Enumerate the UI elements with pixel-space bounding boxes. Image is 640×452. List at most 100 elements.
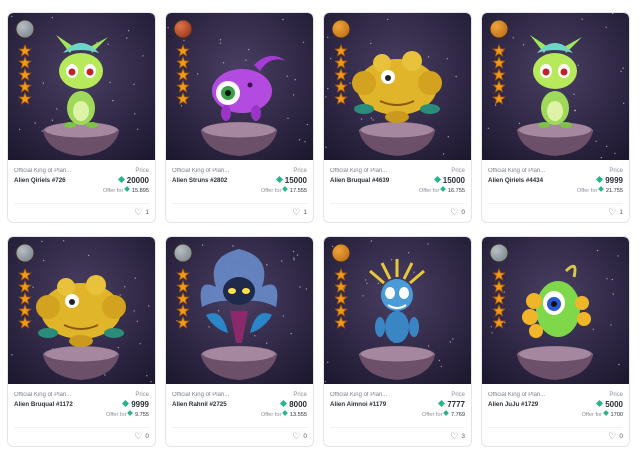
nft-card[interactable]: Official King of Plan... Price Alien Str…	[165, 12, 314, 223]
gem-currency-icon	[598, 186, 604, 192]
divider	[330, 203, 465, 204]
collection-name[interactable]: Official King of Plan...	[330, 168, 410, 174]
gem-currency-icon	[433, 175, 441, 184]
nft-artwork	[482, 13, 629, 160]
nft-artwork	[166, 13, 313, 160]
nft-image[interactable]	[166, 13, 313, 160]
like-button[interactable]: ♡ 0	[608, 432, 623, 441]
divider	[488, 427, 623, 428]
nft-image[interactable]	[324, 237, 471, 384]
collection-name[interactable]: Official King of Plan...	[14, 392, 94, 398]
nft-image[interactable]	[324, 13, 471, 160]
heart-icon: ♡	[292, 431, 301, 441]
nft-card[interactable]: Official King of Plan... Price Alien JuJ…	[481, 236, 630, 447]
like-button[interactable]: ♡ 0	[134, 432, 149, 441]
collection-name[interactable]: Official King of Plan...	[488, 392, 568, 398]
offer-info: Offer for 13.555	[260, 410, 307, 418]
price-value: 20000	[117, 175, 149, 185]
price-value: 15000	[433, 175, 465, 185]
gem-currency-icon	[280, 399, 288, 408]
gem-currency-icon	[275, 175, 283, 184]
nft-card[interactable]: Official King of Plan... Price Alien Qir…	[481, 12, 630, 223]
price-label: Price	[609, 168, 623, 174]
price-label: Price	[609, 392, 623, 398]
price-value: 15000	[275, 175, 307, 185]
heart-icon: ♡	[608, 431, 617, 441]
price-label: Price	[451, 168, 465, 174]
gem-currency-icon	[282, 186, 288, 192]
offer-info: Offer for 21.755	[576, 186, 623, 194]
price-value: 7777	[438, 399, 465, 409]
gem-currency-icon	[127, 410, 133, 416]
nft-name[interactable]: Alien Struns #2802	[172, 177, 227, 184]
planet-icon	[15, 19, 35, 39]
heart-icon: ♡	[292, 207, 301, 217]
nft-artwork	[166, 237, 313, 384]
price-value: 9999	[122, 399, 149, 409]
price-label: Price	[135, 392, 149, 398]
nft-name[interactable]: Alien Bruqual #4639	[330, 177, 389, 184]
nft-card[interactable]: Official King of Plan... Price Alien Bru…	[7, 236, 156, 447]
like-count: 0	[461, 209, 465, 216]
price-value: 9999	[596, 175, 623, 185]
price-value: 8000	[280, 399, 307, 409]
gem-currency-icon	[122, 399, 130, 408]
offer-info: Offer for 15.895	[102, 186, 149, 194]
nft-card[interactable]: Official King of Plan... Price Alien Qir…	[7, 12, 156, 223]
planet-icon	[489, 243, 509, 263]
like-count: 1	[303, 209, 307, 216]
gem-currency-icon	[440, 186, 446, 192]
offer-info: Offer for 9.755	[106, 410, 149, 418]
like-count: 0	[619, 433, 623, 440]
nft-artwork	[324, 13, 471, 160]
nft-image[interactable]	[482, 237, 629, 384]
heart-icon: ♡	[450, 207, 459, 217]
like-count: 0	[303, 433, 307, 440]
heart-icon: ♡	[134, 431, 143, 441]
gem-currency-icon	[596, 175, 604, 184]
heart-icon: ♡	[608, 207, 617, 217]
price-label: Price	[293, 392, 307, 398]
nft-name[interactable]: Alien Qiriels #726	[14, 177, 66, 184]
planet-icon	[331, 19, 351, 39]
collection-name[interactable]: Official King of Plan...	[172, 168, 252, 174]
gem-currency-icon	[117, 175, 125, 184]
like-button[interactable]: ♡ 0	[292, 432, 307, 441]
planet-icon	[173, 19, 193, 39]
nft-name[interactable]: Alien Qiriels #4434	[488, 177, 543, 184]
collection-name[interactable]: Official King of Plan...	[14, 168, 94, 174]
divider	[330, 427, 465, 428]
nft-image[interactable]	[8, 13, 155, 160]
offer-info: Offer for 7.769	[422, 410, 465, 418]
nft-image[interactable]	[166, 237, 313, 384]
nft-name[interactable]: Alien JuJu #1729	[488, 401, 538, 408]
like-count: 3	[461, 433, 465, 440]
like-button[interactable]: ♡ 1	[608, 208, 623, 217]
price-label: Price	[135, 168, 149, 174]
like-count: 1	[145, 209, 149, 216]
nft-card[interactable]: Official King of Plan... Price Alien Aim…	[323, 236, 472, 447]
collection-name[interactable]: Official King of Plan...	[172, 392, 252, 398]
offer-info: Offer for 16.755	[418, 186, 465, 194]
gem-currency-icon	[596, 399, 604, 408]
divider	[172, 427, 307, 428]
nft-image[interactable]	[8, 237, 155, 384]
nft-image[interactable]	[482, 13, 629, 160]
like-button[interactable]: ♡ 1	[292, 208, 307, 217]
collection-name[interactable]: Official King of Plan...	[330, 392, 410, 398]
like-button[interactable]: ♡ 3	[450, 432, 465, 441]
nft-artwork	[8, 237, 155, 384]
like-button[interactable]: ♡ 0	[450, 208, 465, 217]
like-count: 1	[619, 209, 623, 216]
gem-currency-icon	[124, 186, 130, 192]
divider	[14, 203, 149, 204]
nft-card[interactable]: Official King of Plan... Price Alien Rah…	[165, 236, 314, 447]
gem-currency-icon	[443, 410, 449, 416]
planet-icon	[15, 243, 35, 263]
like-button[interactable]: ♡ 1	[134, 208, 149, 217]
nft-name[interactable]: Alien Aimnoi #1179	[330, 401, 386, 408]
nft-name[interactable]: Alien Rahnil #2725	[172, 401, 227, 408]
nft-name[interactable]: Alien Bruqual #1172	[14, 401, 73, 408]
collection-name[interactable]: Official King of Plan...	[488, 168, 568, 174]
nft-card[interactable]: Official King of Plan... Price Alien Bru…	[323, 12, 472, 223]
